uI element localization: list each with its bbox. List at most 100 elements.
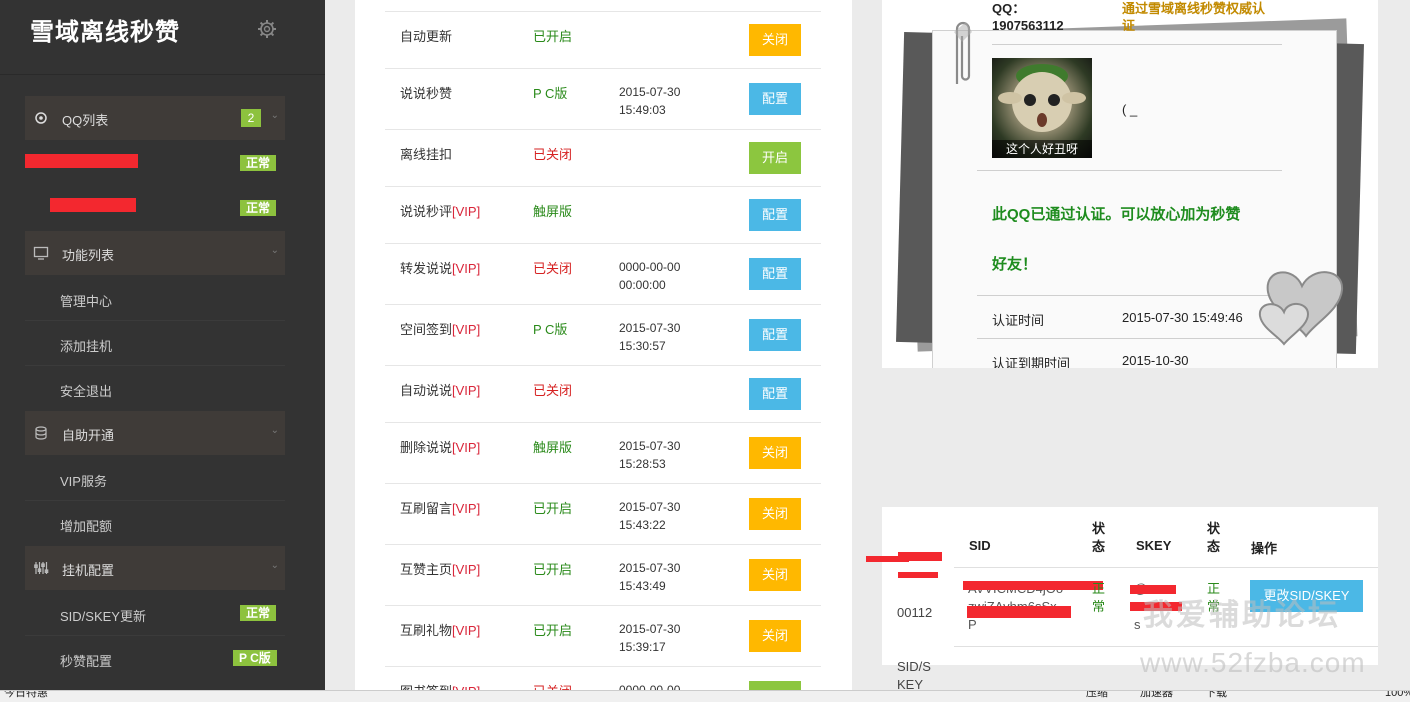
function-status: 已关闭 bbox=[533, 147, 573, 162]
settings-gear-icon[interactable] bbox=[257, 19, 277, 39]
table-row: 说说秒赞 P C版 2015-07-30 15:49:03 配置 bbox=[385, 68, 821, 129]
time-clock: 15:28:53 bbox=[619, 457, 666, 471]
sidebar-section-functions[interactable]: 功能列表 ⌄ bbox=[25, 231, 285, 275]
function-name: 互刷礼物[VIP] bbox=[400, 620, 480, 639]
function-status: 已关闭 bbox=[533, 261, 573, 276]
divider bbox=[977, 338, 1282, 339]
function-name: 空间签到[VIP] bbox=[400, 319, 480, 338]
section-label: 功能列表 bbox=[62, 248, 115, 263]
time-date: 2015-07-30 bbox=[619, 85, 681, 99]
function-name-text: 离线挂扣 bbox=[400, 147, 453, 162]
function-action-button[interactable]: 关闭 bbox=[749, 498, 801, 530]
sidebar-item-qq-account-1[interactable]: 正常 bbox=[25, 141, 285, 186]
status-left-text[interactable]: 今日特惠 bbox=[4, 691, 48, 699]
cert-time-value: 2015-07-30 15:49:46 bbox=[1122, 310, 1243, 325]
section-label: QQ列表 bbox=[62, 113, 109, 128]
qq-cell: 00112 SID/S KEY bbox=[897, 568, 932, 702]
vip-tag: [VIP] bbox=[452, 383, 481, 398]
certificate-panel: QQ： 1907563112 通过雪域离线秒赞权威认证 这个人好丑呀 ( _ 此… bbox=[882, 0, 1378, 368]
verify-line-1: 此QQ已通过认证。可以放心加为秒赞 bbox=[992, 206, 1241, 223]
col-header-skey: SKEY bbox=[1136, 538, 1172, 553]
status-item-zoom[interactable]: 100% bbox=[1385, 691, 1410, 699]
sidebar-section-qq-list[interactable]: QQ列表 2 ⌄ bbox=[25, 96, 285, 140]
sidebar-item-like-config[interactable]: 秒赞配置 P C版 bbox=[25, 636, 285, 681]
sidebar-item-add-quota[interactable]: 增加配额 bbox=[25, 501, 285, 546]
redacted-block bbox=[50, 198, 136, 212]
vip-tag: [VIP] bbox=[452, 623, 481, 638]
function-name-text: 互刷礼物 bbox=[400, 623, 453, 638]
function-name-text: 空间签到 bbox=[400, 322, 453, 337]
function-action-button[interactable]: 配置 bbox=[749, 83, 801, 115]
sidebar-item-logout[interactable]: 安全退出 bbox=[25, 366, 285, 411]
function-action-button[interactable]: 关闭 bbox=[749, 24, 801, 56]
sidebar-item-sid-skey-update[interactable]: SID/SKEY更新 正常 bbox=[25, 591, 285, 636]
divider bbox=[954, 567, 1378, 568]
sidebar-item-label: VIP服务 bbox=[60, 474, 107, 489]
sid-state: 正 常 bbox=[1092, 581, 1106, 614]
function-name: 删除说说[VIP] bbox=[400, 437, 480, 456]
monitor-icon bbox=[33, 246, 49, 260]
verify-line-2: 好友！ bbox=[992, 256, 1038, 273]
sidebar-section-hang-config[interactable]: 挂机配置 ⌄ bbox=[25, 546, 285, 590]
table-row: 自动更新 已开启 关闭 bbox=[385, 11, 821, 68]
nickname: ( _ bbox=[1122, 102, 1138, 117]
chevron-down-icon: ⌄ bbox=[270, 560, 279, 571]
function-action-button[interactable]: 配置 bbox=[749, 199, 801, 231]
chevron-down-icon: ⌄ bbox=[270, 110, 279, 121]
status-badge: 正常 bbox=[240, 200, 277, 216]
redacted-block bbox=[963, 581, 1103, 590]
function-action-button[interactable]: 关闭 bbox=[749, 559, 801, 591]
function-time: 2015-07-30 15:43:49 bbox=[619, 559, 680, 595]
sidebar-item-add-hang[interactable]: 添加挂机 bbox=[25, 321, 285, 366]
function-action-button[interactable]: 关闭 bbox=[749, 620, 801, 652]
table-row: 空间签到[VIP] P C版 2015-07-30 15:30:57 配置 bbox=[385, 304, 821, 365]
function-action-button[interactable]: 关闭 bbox=[749, 437, 801, 469]
sidebar-item-label: SID/SKEY更新 bbox=[60, 609, 146, 624]
table-row: 互赞主页[VIP] 已开启 2015-07-30 15:43:49 关闭 bbox=[385, 544, 821, 605]
function-status: P C版 bbox=[533, 86, 568, 101]
col-header-state-1: 状 态 bbox=[1092, 521, 1106, 554]
status-item-accelerator[interactable]: 加速器 bbox=[1140, 691, 1173, 699]
qq-label-block: QQ： 1907563112 bbox=[992, 0, 1064, 34]
sidebar-section-self-service[interactable]: 自助开通 ⌄ bbox=[25, 411, 285, 455]
time-date: 2015-07-30 bbox=[619, 321, 681, 335]
function-time: 2015-07-30 15:39:17 bbox=[619, 620, 680, 656]
chevron-down-icon: ⌄ bbox=[270, 425, 279, 436]
function-time: 2015-07-30 15:30:57 bbox=[619, 319, 680, 355]
paperclip-icon bbox=[954, 21, 972, 84]
function-name: 互赞主页[VIP] bbox=[400, 559, 480, 578]
status-badge: 正常 bbox=[240, 605, 277, 621]
sidebar-item-admin-center[interactable]: 管理中心 bbox=[25, 276, 285, 321]
status-item-compress[interactable]: 压缩 bbox=[1086, 691, 1108, 699]
table-row: 离线挂扣 已关闭 开启 bbox=[385, 129, 821, 186]
function-status: 已关闭 bbox=[533, 383, 573, 398]
function-action-button[interactable]: 配置 bbox=[749, 258, 801, 290]
qq-partial: 00112 bbox=[897, 605, 933, 620]
sidebar-item-qq-account-2[interactable]: 正常 bbox=[25, 186, 285, 231]
section-label: 挂机配置 bbox=[62, 563, 115, 578]
function-time: 0000-00-00 00:00:00 bbox=[619, 258, 680, 294]
function-time: 2015-07-30 15:43:22 bbox=[619, 498, 680, 534]
function-name: 说说秒赞 bbox=[400, 83, 452, 102]
function-action-button[interactable]: 配置 bbox=[749, 378, 801, 410]
function-status: 已开启 bbox=[533, 29, 573, 44]
function-name-text: 自动说说 bbox=[400, 383, 453, 398]
function-action-button[interactable]: 配置 bbox=[749, 319, 801, 351]
function-status: 触屏版 bbox=[533, 204, 573, 219]
time-clock: 00:00:00 bbox=[619, 278, 666, 292]
function-action-button[interactable]: 开启 bbox=[749, 142, 801, 174]
col-header-sid: SID bbox=[969, 538, 991, 553]
status-item-download[interactable]: 下载 bbox=[1205, 691, 1227, 699]
sidebar-item-label: 增加配额 bbox=[60, 519, 113, 534]
redacted-block bbox=[967, 606, 1071, 618]
redacted-block bbox=[25, 154, 138, 168]
verify-message: 此QQ已通过认证。可以放心加为秒赞 好友！ bbox=[992, 190, 1292, 290]
sidebar-item-label: 添加挂机 bbox=[60, 339, 113, 354]
function-status: P C版 bbox=[533, 322, 568, 337]
redacted-block bbox=[898, 552, 942, 561]
function-name: 自动更新 bbox=[400, 26, 452, 45]
qq-label: QQ： bbox=[992, 1, 1026, 16]
col-header-state-2: 状 态 bbox=[1207, 521, 1221, 554]
sidebar-item-label: 秒赞配置 bbox=[60, 654, 113, 669]
sidebar-item-vip-service[interactable]: VIP服务 bbox=[25, 456, 285, 501]
